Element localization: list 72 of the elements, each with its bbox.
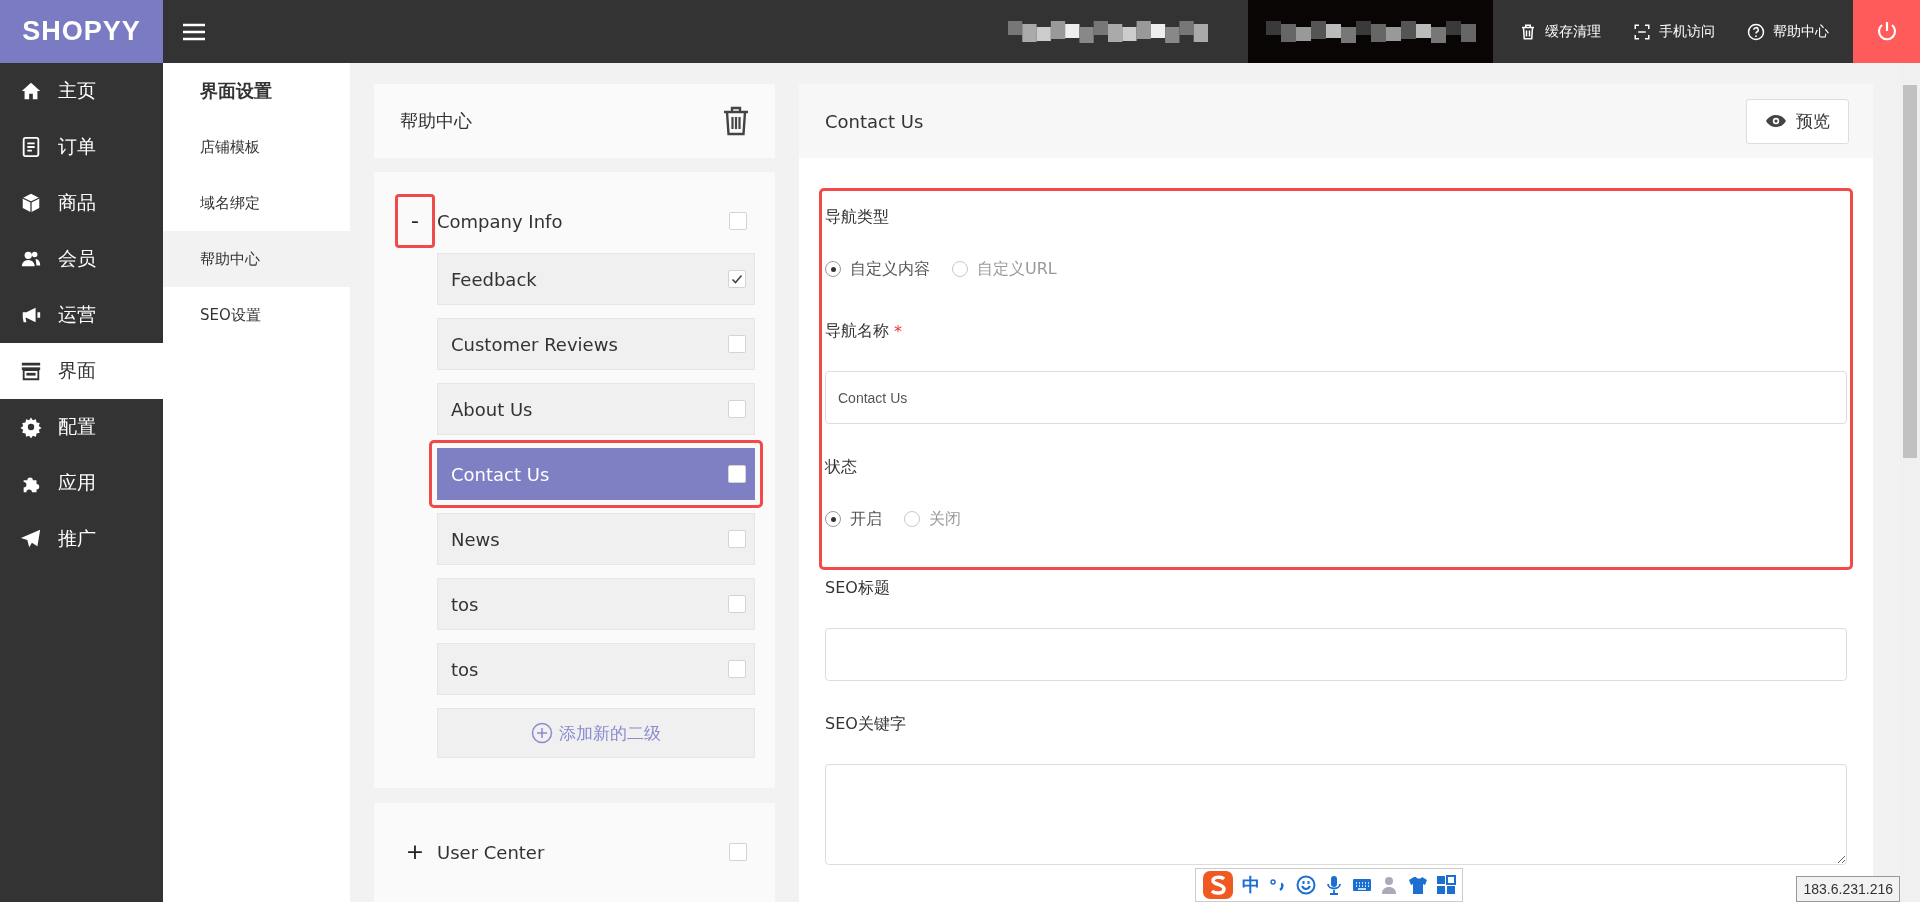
radio-option[interactable]: 开启 bbox=[825, 508, 882, 530]
scan-icon bbox=[1633, 22, 1651, 41]
ip-label: 183.6.231.216 bbox=[1796, 876, 1900, 902]
toolbar-button[interactable]: 手机访问 bbox=[1617, 0, 1731, 63]
field-label: SEO关键字 bbox=[825, 712, 907, 735]
checkbox[interactable] bbox=[728, 400, 746, 418]
sidebar-item[interactable]: 推广 bbox=[0, 511, 163, 567]
sidebar-item[interactable]: 配置 bbox=[0, 399, 163, 455]
plus-icon bbox=[531, 722, 553, 744]
microphone-icon[interactable] bbox=[1324, 875, 1344, 895]
sidebar-item[interactable]: 商品 bbox=[0, 175, 163, 231]
sidebar-item[interactable]: 运营 bbox=[0, 287, 163, 343]
submenu-item[interactable]: 域名绑定 bbox=[163, 175, 350, 231]
gear-icon bbox=[20, 416, 42, 438]
grid-icon[interactable] bbox=[1436, 875, 1456, 895]
required-mark: * bbox=[894, 321, 902, 341]
input-field[interactable] bbox=[825, 628, 1847, 681]
tree-item[interactable]: News bbox=[437, 513, 755, 565]
smiley-icon[interactable] bbox=[1296, 875, 1316, 895]
sidebar-item[interactable]: 主页 bbox=[0, 63, 163, 119]
field-label: 导航名称 bbox=[825, 320, 889, 342]
panel-title: 帮助中心 bbox=[400, 109, 472, 133]
order-icon bbox=[20, 136, 42, 158]
field-label: SEO标题 bbox=[825, 577, 890, 599]
checkbox[interactable] bbox=[729, 843, 747, 861]
sidebar-item[interactable]: 界面 bbox=[0, 343, 163, 399]
eye-icon bbox=[1765, 114, 1787, 128]
input-field[interactable]: Contact Us bbox=[825, 371, 1847, 424]
box-icon bbox=[20, 192, 42, 214]
submenu-item[interactable]: 帮助中心 bbox=[163, 231, 350, 287]
tree-item[interactable]: Company Info bbox=[437, 210, 729, 232]
checkbox[interactable] bbox=[728, 270, 746, 288]
input-mode[interactable]: 中 bbox=[1242, 873, 1260, 897]
checkbox[interactable] bbox=[728, 465, 746, 483]
section-title: 界面设置 bbox=[199, 79, 273, 103]
store-icon bbox=[20, 360, 42, 382]
help-icon bbox=[1747, 22, 1765, 41]
tree-item[interactable]: About Us bbox=[437, 383, 755, 435]
home-icon bbox=[20, 80, 42, 102]
menu-icon[interactable] bbox=[183, 22, 205, 41]
text-area[interactable] bbox=[825, 764, 1847, 865]
submenu-item[interactable]: SEO设置 bbox=[163, 287, 350, 343]
field-label: 状态 bbox=[825, 455, 858, 478]
toggle-button[interactable]: + bbox=[395, 825, 435, 879]
trash-icon[interactable] bbox=[722, 106, 750, 136]
tree-item[interactable]: tos bbox=[437, 643, 755, 695]
submenu-item[interactable]: 店铺模板 bbox=[163, 119, 350, 175]
toolbar-button[interactable]: 帮助中心 bbox=[1731, 0, 1845, 63]
toggle-button[interactable]: - bbox=[395, 194, 435, 248]
trash-icon bbox=[1519, 22, 1537, 41]
checkbox[interactable] bbox=[728, 660, 746, 678]
sidebar-item[interactable]: 应用 bbox=[0, 455, 163, 511]
toolbar-button[interactable]: 缓存清理 bbox=[1503, 0, 1617, 63]
checkbox[interactable] bbox=[728, 530, 746, 548]
tree-item[interactable]: Customer Reviews bbox=[437, 318, 755, 370]
sidebar-item[interactable]: 会员 bbox=[0, 231, 163, 287]
tree-item[interactable]: tos bbox=[437, 578, 755, 630]
plane-icon bbox=[20, 528, 42, 550]
checkbox[interactable] bbox=[728, 335, 746, 353]
tree-item[interactable]: Contact Us bbox=[437, 448, 755, 500]
panel-title: Contact Us bbox=[825, 110, 924, 132]
sidebar-item[interactable]: 订单 bbox=[0, 119, 163, 175]
shirt-icon[interactable] bbox=[1408, 875, 1428, 895]
checkbox[interactable] bbox=[728, 595, 746, 613]
preview-button[interactable]: 预览 bbox=[1746, 98, 1849, 144]
field-label: 导航类型 bbox=[825, 205, 890, 228]
tree-item[interactable]: User Center bbox=[437, 841, 729, 863]
logo[interactable]: SHOPYY bbox=[0, 0, 163, 63]
checkbox[interactable] bbox=[729, 212, 747, 230]
power-button[interactable] bbox=[1853, 0, 1920, 63]
radio-option[interactable]: 自定义内容 bbox=[825, 258, 930, 280]
tree-item[interactable]: Feedback bbox=[437, 253, 755, 305]
